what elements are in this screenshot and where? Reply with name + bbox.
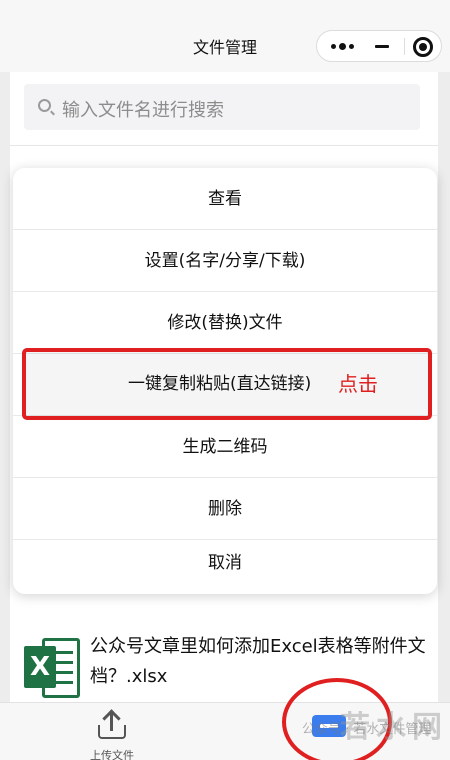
excel-file-icon: X	[24, 638, 80, 698]
top-navigation-bar: 文件管理	[0, 0, 450, 72]
action-copy-link-label: 一键复制粘贴(直达链接)	[128, 374, 312, 394]
watermark-text: 公众号 · 若水文件管理	[302, 722, 432, 737]
mini-program-capsule	[316, 30, 442, 62]
action-copy-link-highlighted[interactable]: 一键复制粘贴(直达链接) 点击	[22, 348, 432, 420]
capsule-divider	[404, 38, 405, 55]
more-options-icon[interactable]	[317, 31, 367, 61]
action-view[interactable]: 查看	[13, 168, 437, 230]
action-replace-file[interactable]: 修改(替换)文件	[13, 292, 437, 354]
action-generate-qrcode[interactable]: 生成二维码	[13, 416, 437, 478]
click-annotation: 点击	[338, 372, 378, 396]
upload-icon	[98, 709, 126, 741]
close-circle-icon[interactable]	[413, 37, 433, 57]
tab-upload-label: 上传文件	[90, 749, 134, 760]
action-settings[interactable]: 设置(名字/分享/下载)	[13, 230, 437, 292]
tab-upload-file[interactable]: 上传文件	[80, 709, 144, 760]
minimize-icon[interactable]	[367, 31, 397, 61]
action-delete[interactable]: 删除	[13, 478, 437, 540]
search-icon	[38, 99, 51, 112]
action-cancel[interactable]: 取消	[13, 532, 437, 594]
search-placeholder: 输入文件名进行搜索	[62, 100, 224, 121]
divider	[10, 145, 438, 146]
file-name: 公众号文章里如何添加Excel表格等附件文档？.xlsx	[90, 636, 426, 687]
search-input[interactable]: 输入文件名进行搜索	[24, 84, 420, 130]
